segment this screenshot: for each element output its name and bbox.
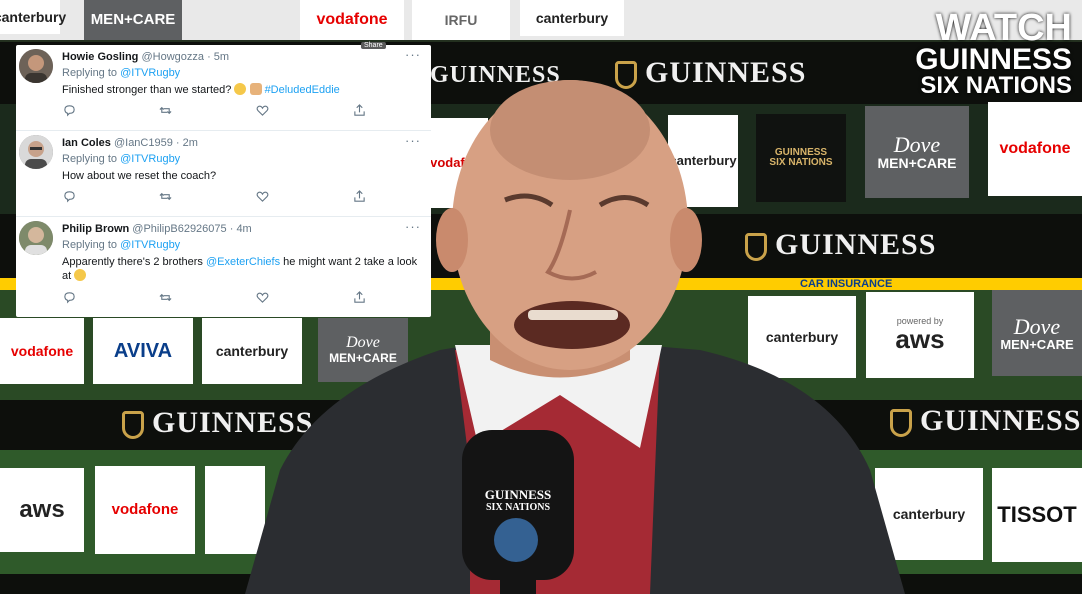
author-name[interactable]: Howie Gosling	[62, 51, 138, 63]
thumbs-emoji-icon	[249, 83, 262, 95]
like-icon[interactable]	[255, 103, 269, 117]
tweet-text-body: How about we reset the coach?	[62, 170, 217, 182]
author-name[interactable]: Philip Brown	[62, 223, 129, 235]
share-icon[interactable]	[352, 290, 366, 304]
watermark-line2: GUINNESS	[915, 43, 1072, 77]
retweet-icon[interactable]	[158, 103, 172, 117]
replying-to-link[interactable]: @ITVRugby	[120, 67, 180, 79]
more-options-icon[interactable]: ···	[405, 133, 421, 148]
replying-to-link[interactable]: @ITVRugby	[120, 239, 180, 251]
tweets-panel: Share Howie Gosling @Howgozza · 5m ··· R…	[16, 42, 431, 317]
mic-six-nations-text: SIX NATIONS	[486, 502, 550, 514]
tweet-time[interactable]: · 2m	[176, 137, 198, 149]
share-icon[interactable]	[352, 189, 366, 203]
tweet-header: Ian Coles @IanC1959 · 2m	[62, 137, 198, 149]
watermark-line3: SIX NATIONS	[920, 71, 1072, 99]
tweet-text-body: Apparently there's 2 brothers	[62, 256, 206, 268]
tweet-actions	[62, 189, 372, 203]
tweet-time[interactable]: · 5m	[207, 51, 229, 63]
like-icon[interactable]	[255, 290, 269, 304]
like-icon[interactable]	[255, 189, 269, 203]
tweet-actions	[62, 103, 372, 117]
tweet-actions	[62, 290, 372, 304]
mic-guinness-text: GUINNESS	[484, 487, 552, 502]
tweet-header: Howie Gosling @Howgozza · 5m	[62, 51, 229, 63]
emoji-icon	[234, 83, 247, 95]
author-handle[interactable]: @IanC1959	[114, 137, 173, 149]
avatar[interactable]	[19, 221, 53, 255]
replying-to: Replying to @ITVRugby	[62, 153, 180, 165]
tweet-time[interactable]: · 4m	[230, 223, 252, 235]
tweet-text: Apparently there's 2 brothers @ExeterChi…	[62, 255, 422, 283]
more-options-icon[interactable]: ···	[405, 219, 421, 234]
more-options-icon[interactable]: ···	[405, 47, 421, 62]
replying-to-link[interactable]: @ITVRugby	[120, 153, 180, 165]
replying-to: Replying to @ITVRugby	[62, 67, 180, 79]
microphone-logo: GUINNESS SIX NATIONS	[478, 487, 558, 514]
tweet-item[interactable]: Philip Brown @PhilipB62926075 · 4m ··· R…	[16, 217, 431, 317]
tweet-header: Philip Brown @PhilipB62926075 · 4m	[62, 223, 252, 235]
reply-icon[interactable]	[62, 103, 76, 117]
author-name[interactable]: Ian Coles	[62, 137, 111, 149]
tweet-text: Finished stronger than we started? #Delu…	[62, 83, 422, 97]
tweet-text: How about we reset the coach?	[62, 169, 422, 183]
author-handle[interactable]: @PhilipB62926075	[132, 223, 226, 235]
replying-prefix: Replying to	[62, 67, 118, 79]
tweet-item[interactable]: Ian Coles @IanC1959 · 2m ··· Replying to…	[16, 131, 431, 217]
retweet-icon[interactable]	[158, 189, 172, 203]
replying-prefix: Replying to	[62, 239, 118, 251]
emoji-icon	[74, 269, 87, 281]
replying-to: Replying to @ITVRugby	[62, 239, 180, 251]
tweet-item[interactable]: Howie Gosling @Howgozza · 5m ··· Replyin…	[16, 45, 431, 131]
replying-prefix: Replying to	[62, 153, 118, 165]
tweet-text-body: Finished stronger than we started?	[62, 84, 235, 96]
avatar[interactable]	[19, 135, 53, 169]
watermark-line1: WATCH	[935, 7, 1073, 49]
reply-icon[interactable]	[62, 290, 76, 304]
hashtag-link[interactable]: #DeludedEddie	[265, 84, 340, 96]
retweet-icon[interactable]	[158, 290, 172, 304]
mention-link[interactable]: @ExeterChiefs	[206, 256, 280, 268]
reply-icon[interactable]	[62, 189, 76, 203]
author-handle[interactable]: @Howgozza	[141, 51, 204, 63]
avatar[interactable]	[19, 49, 53, 83]
broadcast-watermark: WATCH GUINNESS SIX NATIONS	[915, 7, 1073, 99]
share-icon[interactable]	[352, 103, 366, 117]
